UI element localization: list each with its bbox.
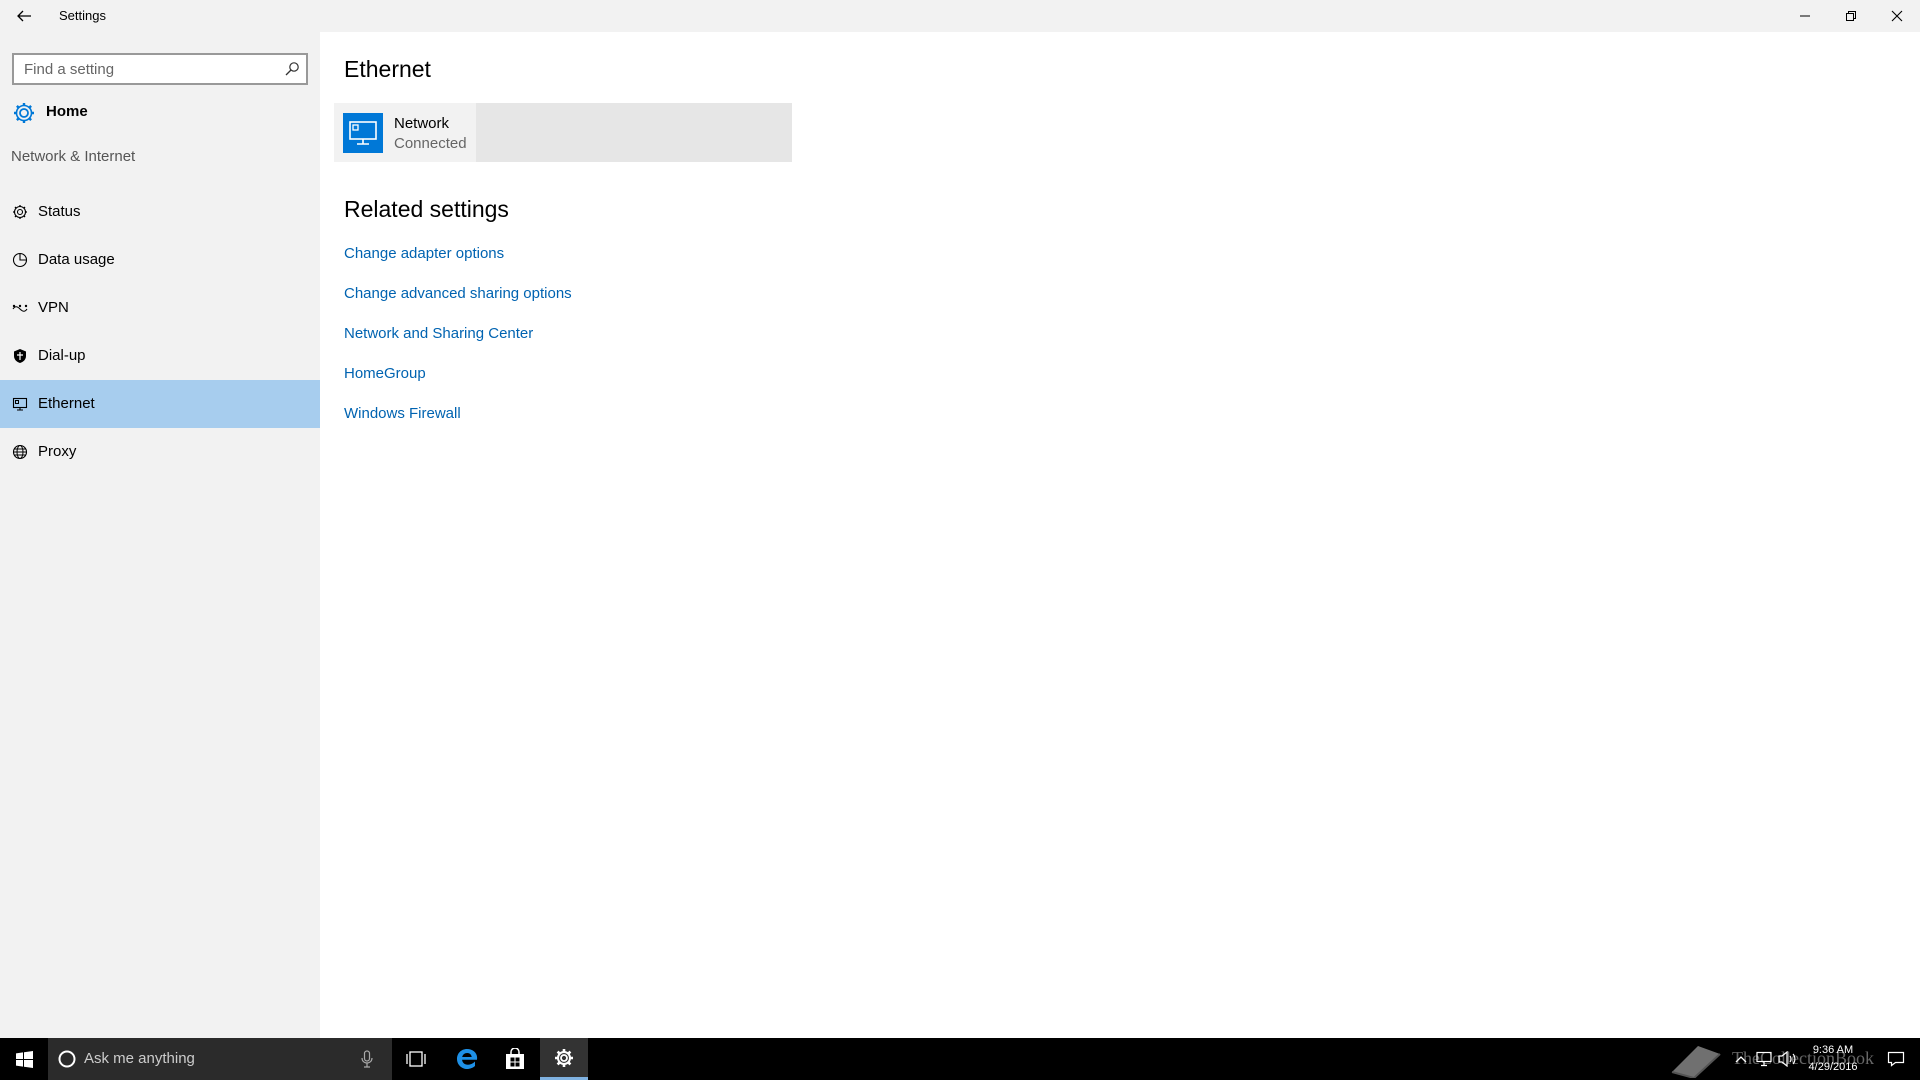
- window-title: Settings: [59, 8, 106, 23]
- network-tile-info: Network Connected: [334, 103, 476, 162]
- globe-icon: [12, 444, 28, 460]
- sidebar-item-label: Dial-up: [38, 347, 86, 364]
- related-settings-heading: Related settings: [344, 196, 509, 222]
- cortana-placeholder: Ask me anything: [84, 1050, 195, 1067]
- minimize-button[interactable]: [1782, 0, 1828, 32]
- sidebar-item-label: Status: [38, 203, 81, 220]
- link-change-advanced-sharing-options[interactable]: Change advanced sharing options: [344, 285, 572, 325]
- microphone-icon[interactable]: [360, 1050, 374, 1068]
- related-settings-links: Change adapter options Change advanced s…: [344, 245, 572, 445]
- status-gear-icon: [12, 204, 28, 220]
- dial-up-icon: [12, 348, 28, 364]
- sidebar-item-label: VPN: [38, 299, 69, 316]
- data-usage-icon: [12, 252, 28, 268]
- network-tile[interactable]: Network Connected: [334, 103, 792, 162]
- close-icon: [1891, 10, 1903, 22]
- settings-gear-icon: [555, 1048, 573, 1067]
- back-button[interactable]: [0, 0, 48, 32]
- chevron-up-icon: [1735, 1056, 1747, 1063]
- settings-taskbar-button[interactable]: [540, 1038, 588, 1080]
- taskbar: Ask me anything TheCollectionBook 9:36 A…: [0, 1038, 1920, 1080]
- edge-taskbar-button[interactable]: [443, 1038, 491, 1080]
- store-taskbar-button[interactable]: [491, 1038, 539, 1080]
- search-icon[interactable]: [284, 61, 300, 77]
- edge-browser-icon: [457, 1049, 478, 1069]
- search-box[interactable]: [12, 53, 308, 85]
- sidebar: Home Network & Internet Status Data usag…: [0, 32, 320, 1038]
- link-network-and-sharing-center[interactable]: Network and Sharing Center: [344, 325, 572, 365]
- network-status: Connected: [394, 135, 467, 152]
- restore-icon: [1846, 11, 1856, 21]
- windows-logo-icon: [15, 1050, 33, 1068]
- sidebar-item-ethernet[interactable]: Ethernet: [0, 380, 320, 428]
- sidebar-item-data-usage[interactable]: Data usage: [0, 236, 320, 284]
- ethernet-monitor-icon: [349, 121, 377, 145]
- clock-date: 4/29/2016: [1808, 1061, 1858, 1073]
- network-tray-button[interactable]: [1754, 1038, 1774, 1080]
- sidebar-item-label: Data usage: [38, 251, 115, 268]
- task-view-icon: [406, 1051, 426, 1067]
- show-hidden-icons-button[interactable]: [1732, 1038, 1750, 1080]
- minimize-icon: [1800, 15, 1810, 17]
- ethernet-icon: [12, 396, 28, 412]
- nav-list: Status Data usage VPN Dial-up Ethernet P…: [0, 188, 320, 476]
- clock[interactable]: 9:36 AM 4/29/2016: [1796, 1042, 1870, 1076]
- sidebar-item-status[interactable]: Status: [0, 188, 320, 236]
- network-name: Network: [394, 115, 450, 132]
- start-button[interactable]: [0, 1038, 48, 1080]
- network-tile-icon-box: [343, 113, 383, 153]
- book-logo-icon: [1671, 1046, 1721, 1078]
- title-bar: Settings: [0, 0, 1920, 32]
- link-windows-firewall[interactable]: Windows Firewall: [344, 405, 572, 445]
- sidebar-item-proxy[interactable]: Proxy: [0, 428, 320, 476]
- section-label: Network & Internet: [11, 148, 136, 165]
- page-title: Ethernet: [344, 56, 431, 82]
- store-bag-icon: [506, 1048, 524, 1069]
- vpn-icon: [12, 300, 28, 316]
- link-homegroup[interactable]: HomeGroup: [344, 365, 572, 405]
- cortana-search-box[interactable]: Ask me anything: [48, 1038, 392, 1080]
- task-view-button[interactable]: [392, 1038, 440, 1080]
- home-label: Home: [46, 103, 88, 120]
- sidebar-item-vpn[interactable]: VPN: [0, 284, 320, 332]
- home-gear-icon: [14, 103, 34, 123]
- network-tray-icon: [1756, 1051, 1772, 1067]
- speaker-icon: [1778, 1051, 1796, 1067]
- main-content: Ethernet Network Connected Related setti…: [320, 32, 1920, 1038]
- link-change-adapter-options[interactable]: Change adapter options: [344, 245, 572, 285]
- clock-time: 9:36 AM: [1812, 1044, 1854, 1056]
- sidebar-item-label: Ethernet: [38, 395, 95, 412]
- search-input[interactable]: [14, 55, 264, 83]
- back-arrow-icon: [17, 10, 31, 22]
- notification-icon: [1887, 1051, 1905, 1067]
- restore-button[interactable]: [1828, 0, 1874, 32]
- sidebar-item-dial-up[interactable]: Dial-up: [0, 332, 320, 380]
- home-nav-item[interactable]: Home: [0, 92, 320, 132]
- cortana-circle-icon: [58, 1050, 76, 1068]
- action-center-button[interactable]: [1880, 1038, 1912, 1080]
- sidebar-item-label: Proxy: [38, 443, 77, 460]
- close-button[interactable]: [1874, 0, 1920, 32]
